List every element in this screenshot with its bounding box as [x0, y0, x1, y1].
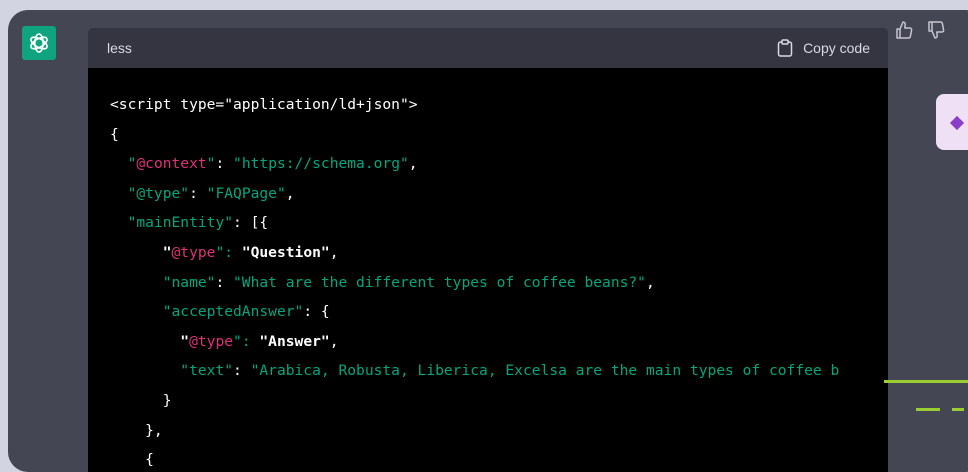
code-token: "name" [162, 273, 216, 291]
code-line: "@type": "Question", [110, 238, 888, 268]
code-token: , [285, 184, 295, 202]
assistant-message: less Copy code <script type="application… [8, 10, 968, 472]
code-line: "text": "Arabica, Robusta, Liberica, Exc… [110, 356, 888, 386]
code-token: "Answer" [259, 332, 330, 350]
code-line: <script type="application/ld+json"> [110, 90, 888, 120]
code-line: { [110, 445, 888, 472]
code-token: , [329, 332, 339, 350]
code-token: , [329, 243, 339, 261]
code-token: : [215, 155, 234, 173]
code-content: <script type="application/ld+json">{ "@c… [88, 68, 888, 472]
code-token: "Arabica, Robusta, Liberica, Excelsa are… [250, 362, 840, 380]
code-token: }, [110, 421, 163, 439]
code-token: @context [136, 155, 207, 173]
code-token: "What are the different types of coffee … [233, 273, 646, 291]
code-token: , [645, 273, 655, 291]
code-token: "Question" [241, 243, 330, 261]
code-line: "@type": "Answer", [110, 327, 888, 357]
code-line: "@type": "FAQPage", [110, 179, 888, 209]
code-line: "acceptedAnswer": { [110, 297, 888, 327]
feedback-buttons [894, 20, 946, 40]
code-token: { [110, 125, 119, 143]
code-token: "@type" [127, 184, 190, 202]
code-line: "name": "What are the different types of… [110, 268, 888, 298]
openai-logo-icon-graphic [30, 33, 48, 53]
code-token: ": [215, 243, 242, 261]
code-token: @type [189, 332, 234, 350]
code-token: "mainEntity" [127, 214, 234, 232]
code-token: " [180, 332, 190, 350]
code-token: : [215, 273, 234, 291]
code-token: "acceptedAnswer" [162, 303, 304, 321]
code-token: } [110, 391, 172, 409]
code-block: less Copy code <script type="application… [88, 28, 888, 472]
code-line: "@context": "https://schema.org", [110, 149, 888, 179]
code-line: }, [110, 416, 888, 446]
code-token: : [{ [233, 214, 269, 232]
code-token: , [408, 155, 418, 173]
code-token: " [162, 243, 172, 261]
code-block-header: less Copy code [88, 28, 888, 68]
code-token: : [233, 362, 251, 380]
code-line: "mainEntity": [{ [110, 208, 888, 238]
decorative-line [884, 380, 968, 383]
code-token: "FAQPage" [206, 184, 286, 202]
code-token: : { [303, 303, 330, 321]
code-token: <script type="application/ld+json"> [110, 96, 418, 113]
clipboard-icon [777, 39, 793, 57]
decorative-dash [952, 408, 964, 411]
code-token: @type [171, 243, 216, 261]
decorative-dash [916, 408, 940, 411]
code-line: } [110, 386, 888, 416]
code-token: "https://schema.org" [233, 155, 409, 173]
code-token: "text" [180, 362, 234, 380]
openai-logo-icon [22, 26, 56, 60]
code-token: : [189, 184, 207, 202]
code-line: { [110, 120, 888, 150]
copy-code-label: Copy code [803, 40, 870, 56]
code-token: { [110, 451, 154, 469]
copy-code-button[interactable]: Copy code [777, 39, 870, 57]
code-token: ": [233, 332, 260, 350]
thumbs-down-icon[interactable] [926, 20, 946, 40]
code-language-label: less [107, 40, 132, 56]
thumbs-up-icon[interactable] [894, 20, 914, 40]
